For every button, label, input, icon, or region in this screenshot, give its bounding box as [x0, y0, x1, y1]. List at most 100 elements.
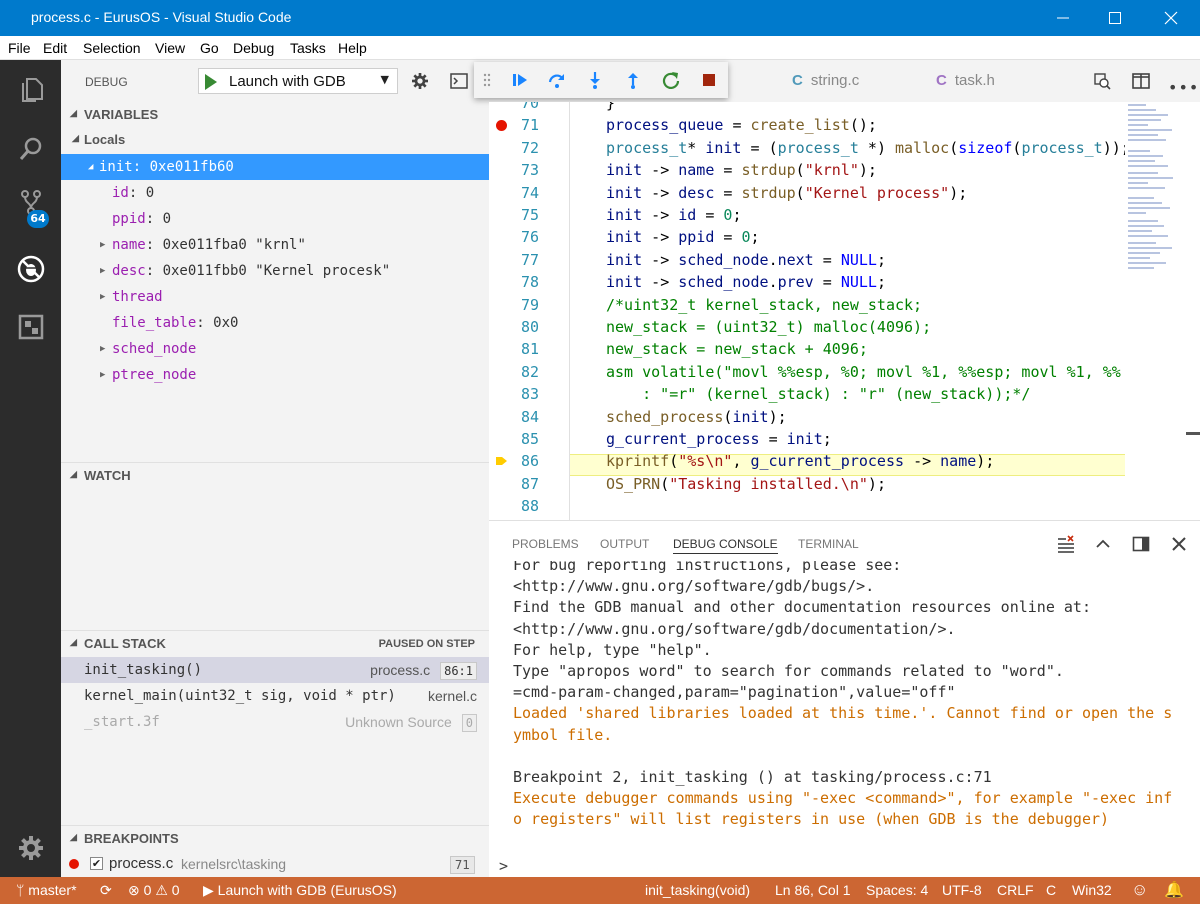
code-line[interactable]: 78 init -> sched_node.prev = NULL;: [489, 271, 1200, 293]
code-line[interactable]: 83 : "=r" (kernel_stack) : "r" (new_stac…: [489, 383, 1200, 405]
line-number[interactable]: 81: [489, 338, 539, 360]
more-actions-button[interactable]: •••: [1168, 78, 1199, 97]
debug-console-output[interactable]: For bug reporting instructions, please s…: [489, 561, 1200, 853]
feedback-button[interactable]: ☺: [1131, 880, 1148, 900]
menu-go[interactable]: Go: [200, 40, 219, 56]
line-number[interactable]: 75: [489, 204, 539, 226]
line-number[interactable]: 70: [489, 102, 539, 114]
stack-frame[interactable]: kernel_main(uint32_t sig, void * ptr) ke…: [61, 683, 489, 709]
platform[interactable]: Win32: [1072, 882, 1112, 898]
code-line[interactable]: 72 process_t* init = (process_t *) malloc…: [489, 137, 1200, 159]
git-branch[interactable]: ᛘ master*: [16, 882, 77, 898]
line-number[interactable]: 77: [489, 249, 539, 271]
code-editor[interactable]: 70} 71 process_queue = create_list(); 72 pro…: [489, 102, 1200, 520]
split-editor-button[interactable]: [1132, 72, 1150, 90]
breakpoint-item[interactable]: ✔ process.c kernelsrc\tasking 71: [61, 851, 489, 877]
cursor-position[interactable]: Ln 86, Col 1: [775, 882, 851, 898]
variable-row[interactable]: file_table: 0x0: [61, 310, 489, 336]
menu-edit[interactable]: Edit: [43, 40, 67, 56]
end-of-line[interactable]: CRLF: [997, 882, 1034, 898]
tab-string-c[interactable]: Cstring.c: [792, 60, 922, 102]
code-line[interactable]: 74 init -> desc = strdup("Kernel process"…: [489, 182, 1200, 204]
line-number[interactable]: 88: [489, 495, 539, 517]
code-line[interactable]: 73 init -> name = strdup("krnl");: [489, 159, 1200, 181]
explorer-button[interactable]: [0, 65, 61, 115]
console-input[interactable]: [515, 855, 1185, 875]
menu-selection[interactable]: Selection: [83, 40, 141, 56]
line-number[interactable]: 79: [489, 294, 539, 316]
toggle-panel-position-button[interactable]: [1132, 535, 1150, 553]
tab-problems[interactable]: PROBLEMS: [512, 537, 579, 551]
minimap[interactable]: [1125, 102, 1185, 520]
variable-row[interactable]: ▶ name: 0xe011fba0 "krnl": [61, 232, 489, 258]
variable-row[interactable]: ppid: 0: [61, 206, 489, 232]
breakpoint-checkbox[interactable]: ✔: [90, 857, 103, 870]
current-function[interactable]: init_tasking(void): [645, 882, 750, 898]
line-number[interactable]: 74: [489, 182, 539, 204]
problems-indicator[interactable]: ⊗ 0 ⚠ 0: [128, 882, 180, 899]
stack-frame[interactable]: init_tasking() process.c 86:1: [61, 657, 489, 683]
line-number[interactable]: 84: [489, 406, 539, 428]
maximize-button[interactable]: [1092, 0, 1138, 36]
drag-handle[interactable]: [483, 73, 491, 87]
editor-scrollbar[interactable]: [1186, 102, 1200, 520]
menu-tasks[interactable]: Tasks: [290, 40, 326, 56]
step-over-button[interactable]: [545, 68, 569, 92]
variable-row[interactable]: ▶ ptree_node: [61, 362, 489, 388]
line-number[interactable]: 78: [489, 271, 539, 293]
line-number[interactable]: 73: [489, 159, 539, 181]
tab-debug-console[interactable]: DEBUG CONSOLE: [673, 537, 778, 554]
variables-section-header[interactable]: ◢ VARIABLES: [61, 103, 489, 127]
code-line[interactable]: 79 /*uint32_t kernel_stack, new_stack;: [489, 294, 1200, 316]
code-line[interactable]: 76 init -> ppid = 0;: [489, 226, 1200, 248]
launch-config-select[interactable]: Launch with GDB ▼: [198, 68, 398, 94]
scrollbar-thumb[interactable]: [1186, 432, 1200, 435]
restart-button[interactable]: [659, 68, 683, 92]
settings-button[interactable]: [0, 823, 61, 873]
stack-frame[interactable]: _start.3f Unknown Source 0: [61, 709, 489, 735]
close-panel-button[interactable]: [1170, 535, 1188, 553]
tab-output[interactable]: OUTPUT: [600, 537, 649, 551]
line-number[interactable]: 83: [489, 383, 539, 405]
debug-button[interactable]: [0, 244, 61, 294]
code-line[interactable]: 88: [489, 495, 1200, 517]
menu-debug[interactable]: Debug: [233, 40, 274, 56]
line-number[interactable]: 80: [489, 316, 539, 338]
line-number[interactable]: 76: [489, 226, 539, 248]
sync-button[interactable]: ⟳: [100, 882, 112, 899]
line-number[interactable]: 82: [489, 361, 539, 383]
code-line[interactable]: 75 init -> id = 0;: [489, 204, 1200, 226]
code-line[interactable]: 71 process_queue = create_list();: [489, 114, 1200, 136]
code-line[interactable]: 70}: [489, 102, 1200, 114]
code-line[interactable]: 80 new_stack = (uint32_t) malloc(4096);: [489, 316, 1200, 338]
step-out-button[interactable]: [621, 68, 645, 92]
variable-row[interactable]: ▶ thread: [61, 284, 489, 310]
notifications-button[interactable]: 🔔: [1164, 880, 1184, 900]
open-changes-button[interactable]: [1093, 72, 1111, 90]
continue-button[interactable]: [508, 68, 532, 92]
watch-section-header[interactable]: ◢ WATCH: [61, 464, 489, 488]
clear-console-button[interactable]: [1057, 535, 1075, 553]
variable-row[interactable]: ◢ init: 0xe011fb60: [61, 154, 489, 180]
extensions-button[interactable]: [0, 302, 61, 352]
language-mode[interactable]: C: [1046, 882, 1056, 898]
minimize-button[interactable]: [1040, 0, 1086, 36]
code-line[interactable]: 84 sched_process(init);: [489, 406, 1200, 428]
close-button[interactable]: [1148, 0, 1194, 36]
line-number[interactable]: 87: [489, 473, 539, 495]
indentation[interactable]: Spaces: 4: [866, 882, 928, 898]
variable-row[interactable]: id: 0: [61, 180, 489, 206]
call-stack-section-header[interactable]: ◢ CALL STACK PAUSED ON STEP: [61, 632, 489, 656]
line-number[interactable]: 85: [489, 428, 539, 450]
maximize-panel-button[interactable]: [1094, 535, 1112, 553]
encoding[interactable]: UTF-8: [942, 882, 982, 898]
menu-file[interactable]: File: [8, 40, 31, 56]
tab-task-h[interactable]: Ctask.h: [936, 60, 1056, 102]
breakpoints-section-header[interactable]: ◢ BREAKPOINTS: [61, 827, 489, 851]
debug-console-button[interactable]: [450, 73, 468, 89]
search-button[interactable]: [0, 124, 61, 174]
code-line[interactable]: 77 init -> sched_node.next = NULL;: [489, 249, 1200, 271]
tab-terminal[interactable]: TERMINAL: [798, 537, 859, 551]
line-number[interactable]: 72: [489, 137, 539, 159]
debug-settings-button[interactable]: [410, 71, 430, 91]
